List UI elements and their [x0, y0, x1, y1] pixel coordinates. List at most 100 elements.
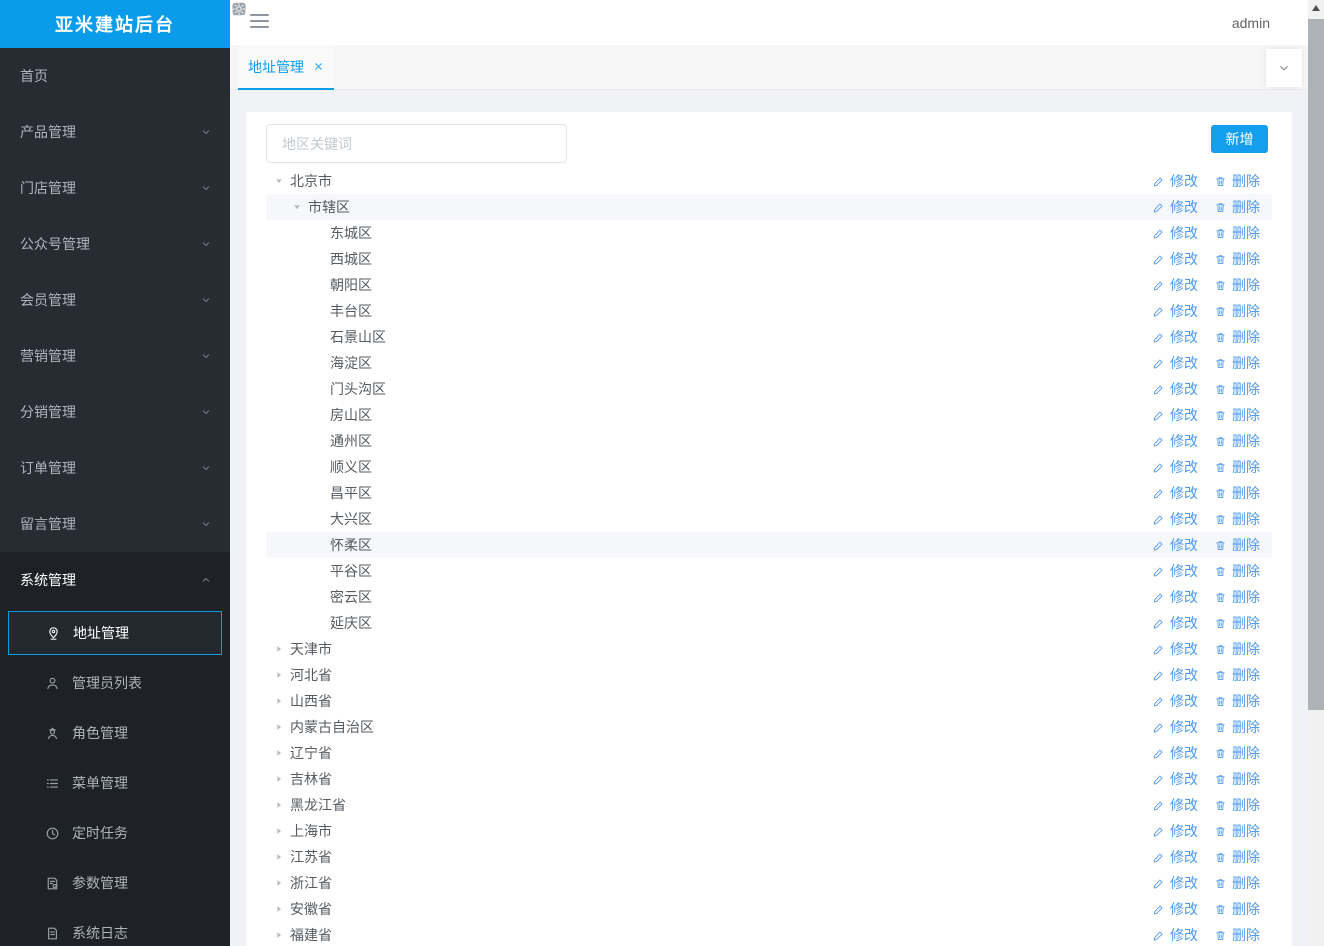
sidebar-subitem-task[interactable]: 定时任务: [0, 808, 230, 858]
tree-row[interactable]: 西城区 修改 删除: [266, 246, 1272, 272]
edit-link[interactable]: 修改: [1152, 795, 1198, 815]
delete-link[interactable]: 删除: [1214, 275, 1260, 295]
edit-link[interactable]: 修改: [1152, 171, 1198, 191]
tree-row[interactable]: 安徽省 修改 删除: [266, 896, 1272, 922]
delete-link[interactable]: 删除: [1214, 483, 1260, 503]
tree-row[interactable]: 密云区 修改 删除: [266, 584, 1272, 610]
caret-right-icon[interactable]: [274, 774, 284, 784]
tree-row[interactable]: 天津市 修改 删除: [266, 636, 1272, 662]
menu-toggle-icon[interactable]: [250, 14, 269, 28]
delete-link[interactable]: 删除: [1214, 691, 1260, 711]
tab-list-dropdown[interactable]: [1266, 49, 1302, 87]
sidebar-subitem-role[interactable]: 角色管理: [0, 708, 230, 758]
add-button[interactable]: 新增: [1211, 125, 1268, 153]
delete-link[interactable]: 删除: [1214, 171, 1260, 191]
caret-right-icon[interactable]: [274, 670, 284, 680]
edit-link[interactable]: 修改: [1152, 639, 1198, 659]
tree-row[interactable]: 辽宁省 修改 删除: [266, 740, 1272, 766]
edit-link[interactable]: 修改: [1152, 535, 1198, 555]
delete-link[interactable]: 删除: [1214, 613, 1260, 633]
edit-link[interactable]: 修改: [1152, 613, 1198, 633]
tree-row[interactable]: 江苏省 修改 删除: [266, 844, 1272, 870]
tab-address-management[interactable]: 地址管理: [238, 45, 334, 90]
caret-right-icon[interactable]: [274, 930, 284, 940]
scrollbar-up-arrow-icon[interactable]: [1312, 5, 1320, 11]
edit-link[interactable]: 修改: [1152, 301, 1198, 321]
edit-link[interactable]: 修改: [1152, 223, 1198, 243]
caret-down-icon[interactable]: [274, 176, 284, 186]
tree-row[interactable]: 门头沟区 修改 删除: [266, 376, 1272, 402]
edit-link[interactable]: 修改: [1152, 483, 1198, 503]
sidebar-item-order[interactable]: 订单管理: [0, 2, 245, 496]
delete-link[interactable]: 删除: [1214, 769, 1260, 789]
edit-link[interactable]: 修改: [1152, 457, 1198, 477]
tree-row[interactable]: 内蒙古自治区 修改 删除: [266, 714, 1272, 740]
edit-link[interactable]: 修改: [1152, 925, 1198, 945]
tree-row[interactable]: 昌平区 修改 删除: [266, 480, 1272, 506]
sidebar-item-system[interactable]: 系统管理: [0, 2, 246, 608]
edit-link[interactable]: 修改: [1152, 379, 1198, 399]
tree-row[interactable]: 浙江省 修改 删除: [266, 870, 1272, 896]
caret-right-icon[interactable]: [274, 878, 284, 888]
sidebar-item-message[interactable]: 留言管理: [0, 3, 246, 552]
tree-row[interactable]: 大兴区 修改 删除: [266, 506, 1272, 532]
delete-link[interactable]: 删除: [1214, 899, 1260, 919]
close-icon[interactable]: [313, 61, 324, 72]
caret-right-icon[interactable]: [274, 826, 284, 836]
sidebar-subitem-menu[interactable]: 菜单管理: [0, 758, 230, 808]
tree-row[interactable]: 通州区 修改 删除: [266, 428, 1272, 454]
delete-link[interactable]: 删除: [1214, 821, 1260, 841]
tree-row[interactable]: 朝阳区 修改 删除: [266, 272, 1272, 298]
edit-link[interactable]: 修改: [1152, 249, 1198, 269]
tree-row[interactable]: 黑龙江省 修改 删除: [266, 792, 1272, 818]
delete-link[interactable]: 删除: [1214, 223, 1260, 243]
sidebar-item-product[interactable]: 产品管理: [0, 2, 245, 160]
edit-link[interactable]: 修改: [1152, 327, 1198, 347]
delete-link[interactable]: 删除: [1214, 301, 1260, 321]
delete-link[interactable]: 删除: [1214, 717, 1260, 737]
tree-row[interactable]: 福建省 修改 删除: [266, 922, 1272, 946]
delete-link[interactable]: 删除: [1214, 795, 1260, 815]
tree-row[interactable]: 北京市 修改 删除: [266, 168, 1272, 194]
delete-link[interactable]: 删除: [1214, 379, 1260, 399]
tree-row[interactable]: 市辖区 修改 删除: [266, 194, 1272, 220]
user-menu[interactable]: admin: [1232, 0, 1270, 45]
delete-link[interactable]: 删除: [1214, 509, 1260, 529]
delete-link[interactable]: 删除: [1214, 405, 1260, 425]
tree-row[interactable]: 河北省 修改 删除: [266, 662, 1272, 688]
tree-row[interactable]: 海淀区 修改 删除: [266, 350, 1272, 376]
tree-row[interactable]: 吉林省 修改 删除: [266, 766, 1272, 792]
tree-row[interactable]: 顺义区 修改 删除: [266, 454, 1272, 480]
caret-down-icon[interactable]: [292, 202, 302, 212]
edit-link[interactable]: 修改: [1152, 561, 1198, 581]
sidebar-item-member[interactable]: 会员管理: [0, 3, 243, 328]
tree-row[interactable]: 丰台区 修改 删除: [266, 298, 1272, 324]
caret-right-icon[interactable]: [274, 904, 284, 914]
scrollbar-thumb[interactable]: [1308, 19, 1324, 710]
caret-right-icon[interactable]: [274, 748, 284, 758]
tree-row[interactable]: 延庆区 修改 删除: [266, 610, 1272, 636]
edit-link[interactable]: 修改: [1152, 769, 1198, 789]
sidebar-subitem-address[interactable]: 地址管理: [8, 611, 222, 655]
delete-link[interactable]: 删除: [1214, 249, 1260, 269]
page-scrollbar[interactable]: [1308, 0, 1324, 946]
delete-link[interactable]: 删除: [1214, 847, 1260, 867]
edit-link[interactable]: 修改: [1152, 847, 1198, 867]
sidebar-item-home[interactable]: 首页: [0, 3, 246, 104]
edit-link[interactable]: 修改: [1152, 197, 1198, 217]
tree-row[interactable]: 石景山区 修改 删除: [266, 324, 1272, 350]
tree-row[interactable]: 怀柔区 修改 删除: [266, 532, 1272, 558]
delete-link[interactable]: 删除: [1214, 873, 1260, 893]
edit-link[interactable]: 修改: [1152, 587, 1198, 607]
tree-row[interactable]: 房山区 修改 删除: [266, 402, 1272, 428]
delete-link[interactable]: 删除: [1214, 353, 1260, 373]
edit-link[interactable]: 修改: [1152, 899, 1198, 919]
tree-row[interactable]: 平谷区 修改 删除: [266, 558, 1272, 584]
sidebar-item-distribution[interactable]: 分销管理: [0, 3, 246, 440]
edit-link[interactable]: 修改: [1152, 405, 1198, 425]
search-input[interactable]: [266, 124, 567, 163]
delete-link[interactable]: 删除: [1214, 197, 1260, 217]
caret-right-icon[interactable]: [274, 696, 284, 706]
sidebar-subitem-log[interactable]: 系统日志: [0, 908, 230, 946]
edit-link[interactable]: 修改: [1152, 431, 1198, 451]
